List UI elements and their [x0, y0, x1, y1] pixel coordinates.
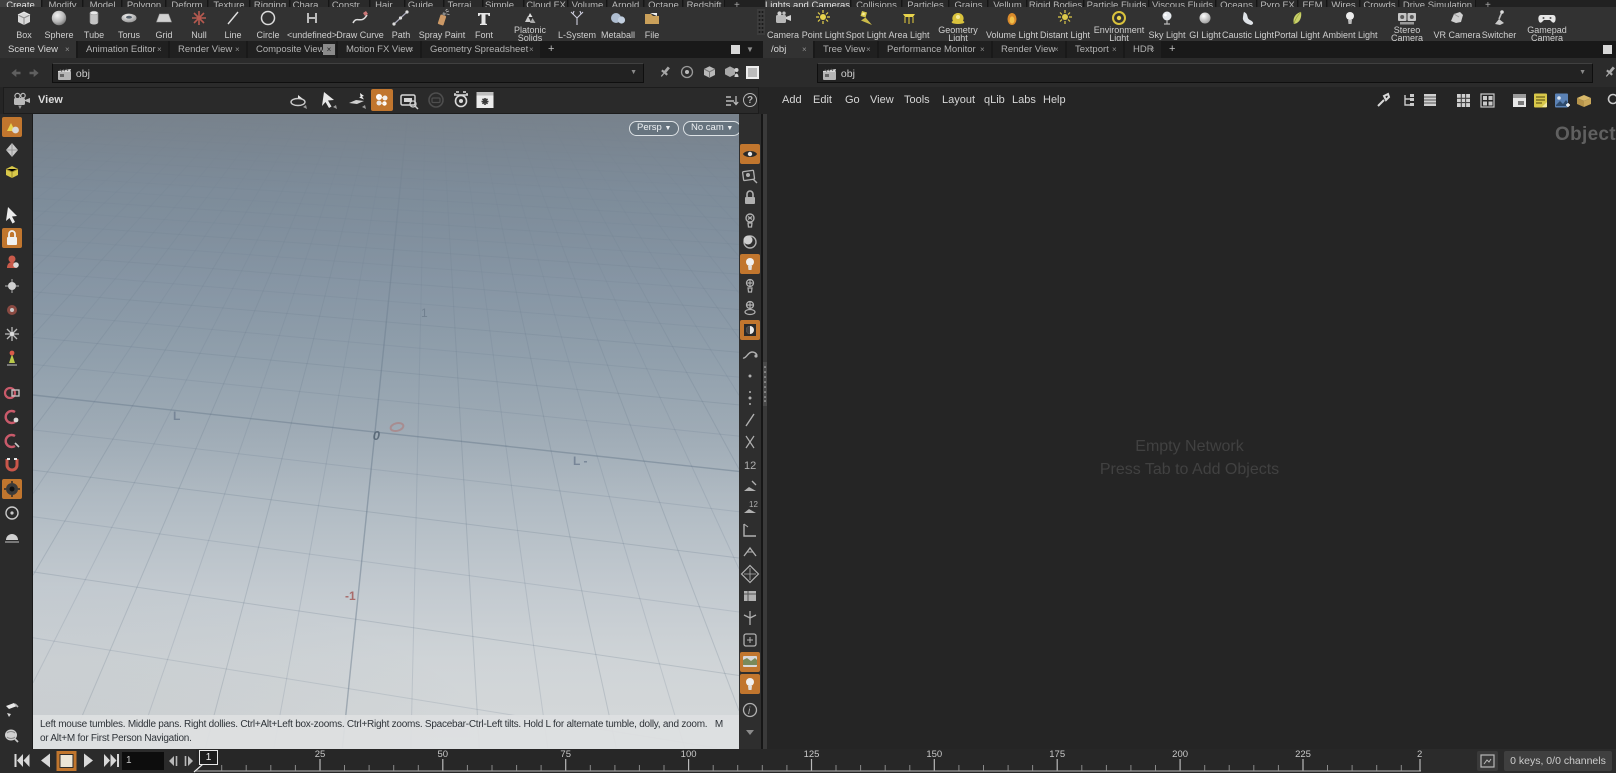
svg-text:150: 150	[926, 749, 942, 760]
svg-text:225: 225	[1295, 749, 1311, 760]
svg-text:200: 200	[1172, 749, 1188, 760]
svg-text:75: 75	[560, 749, 571, 760]
svg-text:125: 125	[804, 749, 820, 760]
svg-text:2: 2	[1417, 749, 1422, 760]
svg-text:12: 12	[749, 500, 758, 509]
svg-text:175: 175	[1049, 749, 1065, 760]
svg-text:100: 100	[681, 749, 697, 760]
svg-text:50: 50	[438, 749, 449, 760]
svg-text:12: 12	[744, 460, 756, 472]
svg-text:25: 25	[315, 749, 326, 760]
svg-text:i: i	[748, 706, 751, 717]
